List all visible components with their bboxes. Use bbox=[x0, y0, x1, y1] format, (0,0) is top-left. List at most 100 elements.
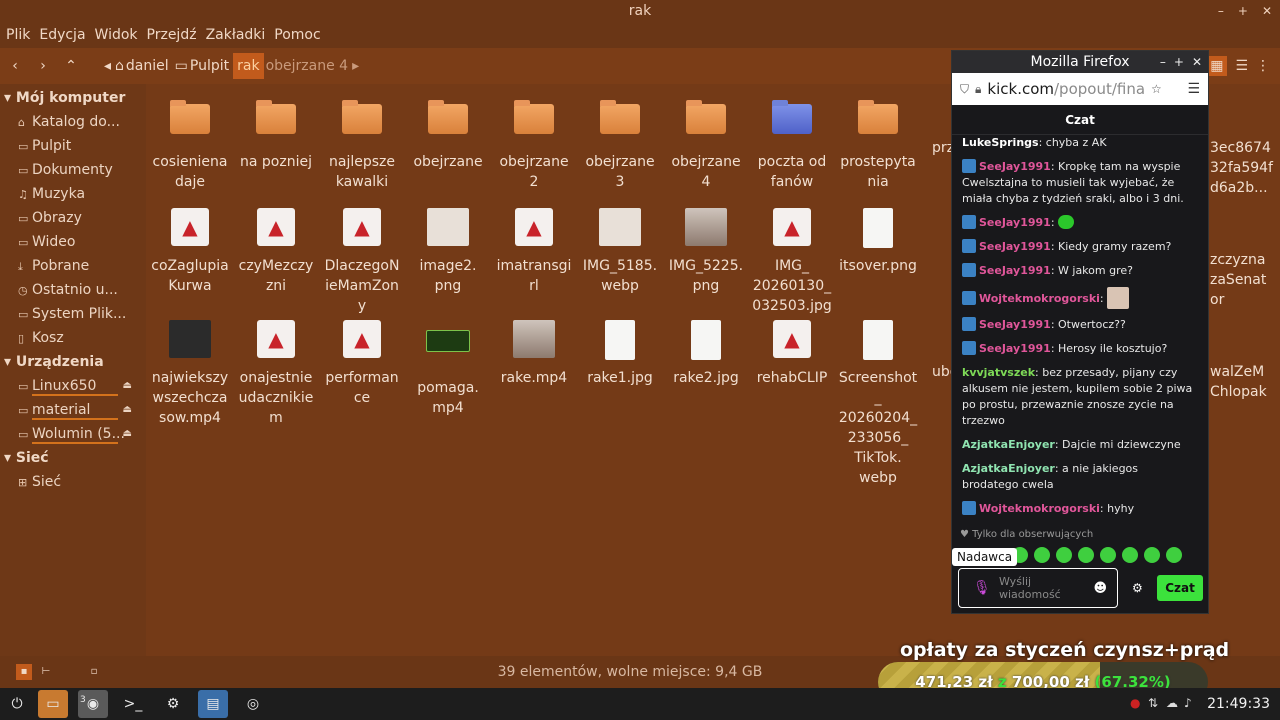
emote-button[interactable] bbox=[1122, 547, 1138, 563]
terminal-app-icon[interactable]: >_ bbox=[118, 690, 148, 718]
emote-button[interactable] bbox=[1034, 547, 1050, 563]
sidebar-item-trash[interactable]: ▯ Kosz bbox=[0, 326, 146, 350]
chat-username[interactable]: SeeJay1991 bbox=[979, 160, 1051, 173]
peek-item-r2[interactable]: zczyzna zaSenat or bbox=[1210, 250, 1270, 310]
emote-button[interactable] bbox=[1100, 547, 1116, 563]
chat-input[interactable]: 🎙︎ Wyślij wiadomość ☻ bbox=[958, 568, 1118, 608]
url-bar[interactable]: ⛉ 🔒︎ kick.com/popout/fina ☆ ☰ bbox=[952, 73, 1208, 105]
file-item[interactable]: poczta od fanów bbox=[748, 96, 836, 192]
file-item[interactable]: Screenshot _ 20260204_ 233056_ TikTok. webp bbox=[834, 320, 922, 488]
chat-username[interactable]: AzjatkaEnjoyer bbox=[962, 462, 1055, 475]
close-icon[interactable]: ✕ bbox=[1192, 51, 1202, 73]
forward-arrow-icon[interactable]: › bbox=[30, 53, 56, 79]
emote-button[interactable] bbox=[1166, 547, 1182, 563]
tray-cloud-icon[interactable]: ☁ bbox=[1166, 696, 1178, 710]
shield-icon[interactable]: ⛉ bbox=[960, 82, 969, 97]
firefox-app-icon[interactable]: ◉ 3 bbox=[78, 690, 108, 718]
chat-username[interactable]: AzjatkaEnjoyer bbox=[962, 438, 1055, 451]
file-item[interactable]: ▲ performan ce bbox=[318, 320, 406, 408]
list-view-icon[interactable]: ☰ bbox=[1235, 58, 1248, 74]
file-item[interactable]: itsover.png bbox=[834, 208, 922, 276]
sidebar-head-network[interactable]: ▾ Sieć bbox=[0, 446, 146, 470]
file-item[interactable]: IMG_5185. webp bbox=[576, 208, 664, 296]
breadcrumb-left-icon[interactable]: ◂ bbox=[102, 58, 113, 74]
files-app-icon[interactable]: ▭ bbox=[38, 690, 68, 718]
chat-username[interactable]: SeeJay1991 bbox=[979, 342, 1051, 355]
sidebar-item-downloads[interactable]: ⤓ Pobrane bbox=[0, 254, 146, 278]
sidebar-head-devices[interactable]: ▾ Urządzenia bbox=[0, 350, 146, 374]
file-item[interactable]: ▲ rehabCLIP bbox=[748, 320, 836, 388]
file-item[interactable]: ▲ IMG_ 20260130_ 032503.jpg bbox=[748, 208, 836, 316]
compact-view-icon[interactable]: ⋮ bbox=[1256, 58, 1270, 74]
chat-settings-gear-icon[interactable]: ⚙ bbox=[1132, 581, 1143, 595]
file-item[interactable]: obejrzane 2 bbox=[490, 96, 578, 192]
up-arrow-icon[interactable]: ⌃ bbox=[58, 53, 84, 79]
file-item[interactable]: ▲ coZaglupia Kurwa bbox=[146, 208, 234, 296]
file-item[interactable]: ▲ czyMezczy zni bbox=[232, 208, 320, 296]
menu-edit[interactable]: Edycja bbox=[39, 27, 85, 43]
menu-file[interactable]: Plik bbox=[6, 27, 30, 43]
chat-username[interactable]: Wojtekmokrogorski bbox=[979, 292, 1100, 305]
breadcrumb-right-icon[interactable]: ▸ bbox=[350, 58, 361, 74]
steam-app-icon[interactable]: ⚙ bbox=[158, 690, 188, 718]
eject-icon[interactable]: ⏏ bbox=[123, 374, 132, 398]
sidebar-item-documents[interactable]: ▭ Dokumenty bbox=[0, 158, 146, 182]
tree-toggle-icon[interactable]: ⊢ bbox=[38, 664, 54, 680]
minimize-icon[interactable]: – bbox=[1218, 0, 1224, 22]
sidebar-item-filesystem[interactable]: ▭ System Plik... bbox=[0, 302, 146, 326]
sidebar-item-device[interactable]: ▭ Linux650 ⏏ bbox=[0, 374, 146, 398]
file-item[interactable]: ▲ imatransgi rl bbox=[490, 208, 578, 296]
star-icon[interactable]: ☆ bbox=[1151, 82, 1162, 96]
eject-icon[interactable]: ⏏ bbox=[123, 398, 132, 422]
lock-icon[interactable]: 🔒︎ bbox=[975, 82, 981, 97]
sidebar-item-videos[interactable]: ▭ Wideo bbox=[0, 230, 146, 254]
emote-button[interactable] bbox=[1144, 547, 1160, 563]
breadcrumb-next[interactable]: obejrzane 4 bbox=[264, 58, 350, 74]
sidebar-item-device[interactable]: ▭ Wolumin (5... ⏏ bbox=[0, 422, 146, 446]
peek-item-r3[interactable]: walZeM Chlopak bbox=[1210, 362, 1270, 402]
back-arrow-icon[interactable]: ‹ bbox=[2, 53, 28, 79]
places-toggle-icon[interactable]: ▪ bbox=[16, 664, 32, 680]
file-item[interactable]: ▲ onajestnie udacznikie m bbox=[232, 320, 320, 428]
maximize-icon[interactable]: + bbox=[1174, 51, 1184, 73]
chat-username[interactable]: LukeSprings bbox=[962, 136, 1039, 149]
file-item[interactable]: na pozniej bbox=[232, 96, 320, 172]
close-icon[interactable]: ✕ bbox=[1262, 0, 1272, 22]
chat-username[interactable]: SeeJay1991 bbox=[979, 240, 1051, 253]
minimize-icon[interactable]: – bbox=[1160, 51, 1166, 73]
emote-button[interactable] bbox=[1078, 547, 1094, 563]
peek-item-r1[interactable]: 3ec8674 32fa594f d6a2b... bbox=[1210, 138, 1273, 198]
eject-icon[interactable]: ⏏ bbox=[123, 422, 132, 446]
tray-network-icon[interactable]: ⇅ bbox=[1148, 696, 1158, 710]
sidebar-item-network[interactable]: ⊞ Sieć bbox=[0, 470, 146, 494]
file-item[interactable]: IMG_5225. png bbox=[662, 208, 750, 296]
chat-username[interactable]: SeeJay1991 bbox=[979, 216, 1051, 229]
chat-username[interactable]: SeeJay1991 bbox=[979, 318, 1051, 331]
sidebar-item-pictures[interactable]: ▭ Obrazy bbox=[0, 206, 146, 230]
breadcrumb-active[interactable]: rak bbox=[233, 53, 264, 79]
file-item[interactable]: obejrzane 4 bbox=[662, 96, 750, 192]
obs-app-icon[interactable]: ◎ bbox=[238, 690, 268, 718]
file-item[interactable]: pomaga. mp4 bbox=[404, 320, 492, 418]
file-item[interactable]: cosieniena daje bbox=[146, 96, 234, 192]
tray-record-icon[interactable]: ● bbox=[1130, 696, 1140, 710]
emoji-icon[interactable]: ☻ bbox=[1093, 581, 1107, 596]
menu-help[interactable]: Pomoc bbox=[274, 27, 320, 43]
hide-sidebar-icon[interactable]: ▫ bbox=[86, 664, 102, 680]
file-item[interactable]: obejrzane bbox=[404, 96, 492, 172]
sidebar-item-desktop[interactable]: ▭ Pulpit bbox=[0, 134, 146, 158]
breadcrumb-pulpit[interactable]: ▭ Pulpit bbox=[173, 58, 233, 74]
send-chat-button[interactable]: Czat bbox=[1157, 575, 1203, 601]
menu-bookmarks[interactable]: Zakładki bbox=[206, 27, 266, 43]
document-app-icon[interactable]: ▤ bbox=[198, 690, 228, 718]
file-item[interactable]: rake1.jpg bbox=[576, 320, 664, 388]
icon-view-icon[interactable]: ▦ bbox=[1206, 56, 1228, 76]
sidebar-item-home[interactable]: ⌂ Katalog do... bbox=[0, 110, 146, 134]
file-item[interactable]: rake2.jpg bbox=[662, 320, 750, 388]
breadcrumb-home[interactable]: ⌂ daniel bbox=[113, 58, 173, 74]
menu-view[interactable]: Widok bbox=[95, 27, 138, 43]
menu-go[interactable]: Przejdź bbox=[147, 27, 197, 43]
power-icon[interactable]: ⏻ bbox=[2, 690, 32, 718]
file-item[interactable]: ▲ DlaczegoN ieMamZon y bbox=[318, 208, 406, 316]
sidebar-item-recent[interactable]: ◷ Ostatnio u... bbox=[0, 278, 146, 302]
